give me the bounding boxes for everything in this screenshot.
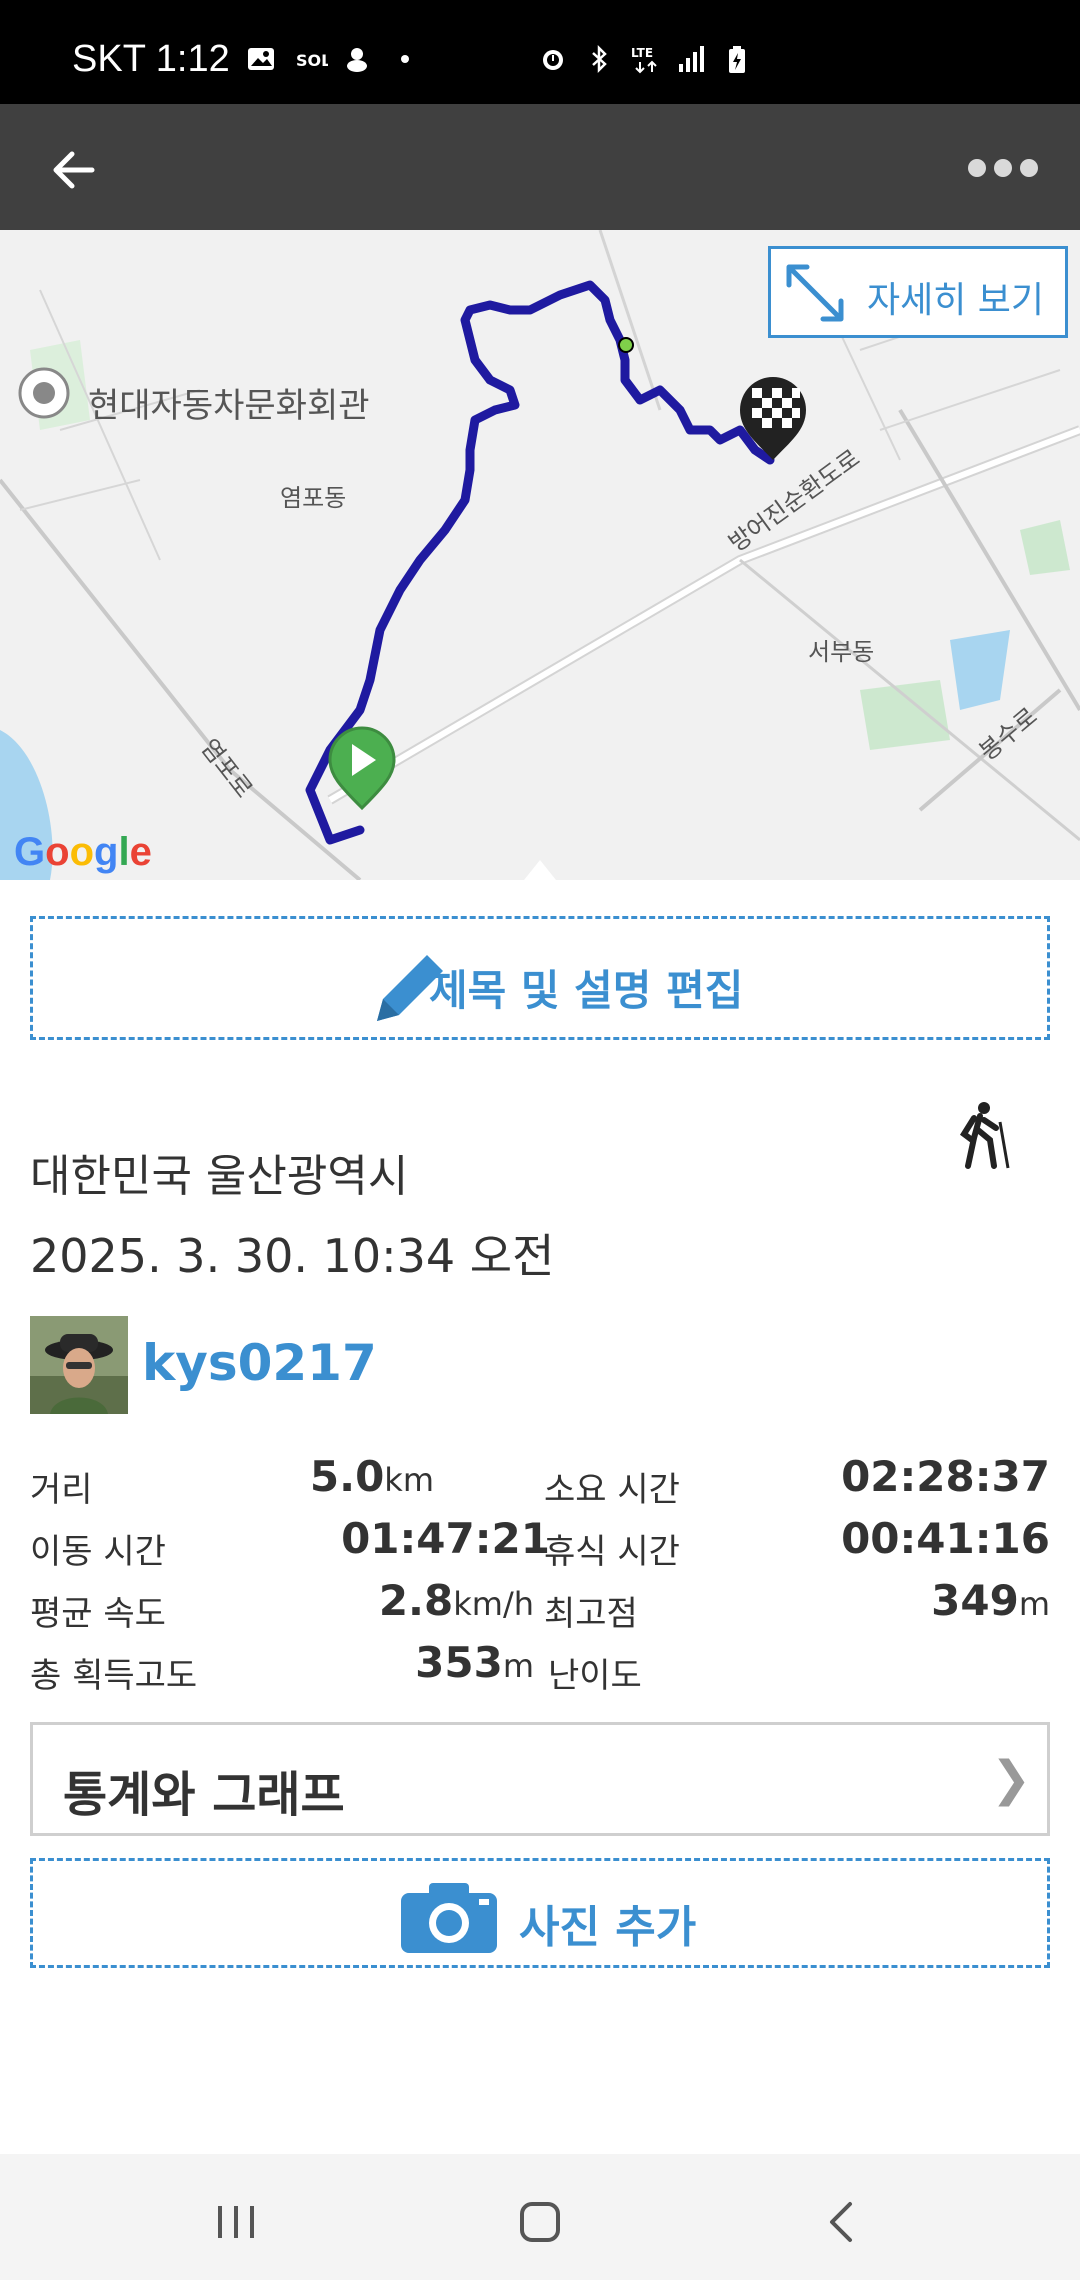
stats-row: 총 획득고도 353m 난이도: [30, 1638, 1050, 1700]
status-left-icons: SOL: [246, 44, 420, 74]
difficulty-label: 난이도: [548, 1656, 642, 1696]
map-label-seobu-dong: 서부동: [808, 638, 875, 666]
app-icon: [342, 44, 372, 74]
arrow-back-icon: [53, 151, 95, 189]
recent-apps-button[interactable]: [206, 2192, 266, 2252]
duration-label: 소요 시간: [544, 1470, 680, 1510]
lte-icon: LTE: [630, 44, 660, 74]
map-detail-label: 자세히 보기: [867, 280, 1045, 321]
home-icon: [520, 2202, 560, 2242]
status-bar: SKT 1:12 SOL LTE: [0, 0, 1080, 104]
battery-charging-icon: [722, 44, 752, 74]
edit-title-button[interactable]: 제목 및 설명 편집: [30, 916, 1050, 1040]
stats-row: 이동 시간 01:47:21 휴식 시간 00:41:16: [30, 1514, 1050, 1576]
location-text: 대한민국 울산광역시: [30, 1151, 409, 1202]
elevation-gain-value: 353m: [415, 1638, 534, 1687]
elevation-gain-label: 총 획득고도: [30, 1656, 198, 1696]
poi-label[interactable]: 현대자동차문화회관: [88, 378, 370, 427]
signal-icon: [676, 44, 706, 74]
home-button[interactable]: [510, 2192, 570, 2252]
max-elevation-label: 최고점: [544, 1594, 638, 1634]
gallery-icon: [246, 44, 276, 74]
svg-text:SOL: SOL: [296, 51, 328, 70]
add-photo-label: 사진 추가: [519, 1902, 697, 1953]
max-elevation-value: 349m: [931, 1576, 1050, 1625]
nav-back-button[interactable]: [812, 2192, 872, 2252]
duration-value: 02:28:37: [841, 1452, 1050, 1501]
svg-text:LTE: LTE: [631, 46, 653, 60]
edit-title-label: 제목 및 설명 편집: [429, 966, 744, 1015]
user-photo: [30, 1316, 128, 1414]
camera-icon: [401, 1883, 497, 1953]
rest-time-value: 00:41:16: [841, 1514, 1050, 1563]
moving-time-value: 01:47:21: [341, 1514, 550, 1563]
more-dots-icon: [968, 159, 986, 177]
datetime-text: 2025. 3. 30. 10:34 오전: [30, 1229, 555, 1283]
moving-time-label: 이동 시간: [30, 1532, 166, 1572]
avg-speed-label: 평균 속도: [30, 1594, 166, 1634]
stats-graph-label: 통계와 그래프: [63, 1767, 345, 1823]
add-photo-button[interactable]: 사진 추가: [30, 1858, 1050, 1968]
stats-row: 평균 속도 2.8km/h 최고점 349m: [30, 1576, 1050, 1638]
username-link[interactable]: kys0217: [142, 1334, 377, 1392]
nav-back-icon: [830, 2202, 852, 2242]
stats-table: 거리 5.0km 소요 시간 02:28:37 이동 시간 01:47:21 휴…: [30, 1452, 1050, 1700]
status-right-icons: LTE: [538, 44, 752, 74]
stats-graph-button[interactable]: 통계와 그래프 ❯: [30, 1722, 1050, 1836]
expand-icon: [786, 264, 844, 322]
distance-label: 거리: [30, 1470, 93, 1510]
system-nav-bar: [0, 2154, 1080, 2280]
alarm-icon: [538, 44, 568, 74]
status-time: SKT 1:12: [72, 38, 230, 80]
avg-speed-value: 2.8km/h: [378, 1576, 534, 1625]
back-button[interactable]: [44, 140, 104, 200]
chevron-right-icon: ❯: [991, 1751, 1032, 1807]
more-options-button[interactable]: [968, 148, 1048, 188]
distance-value: 5.0km: [309, 1452, 434, 1501]
rest-time-label: 휴식 시간: [544, 1532, 680, 1572]
app-bar: [0, 104, 1080, 230]
map-label-yeompo-dong: 염포동: [280, 484, 347, 512]
bluetooth-icon: [584, 44, 614, 74]
recent-apps-icon: [218, 2206, 254, 2238]
sol-bank-icon: SOL: [294, 44, 331, 74]
route-map[interactable]: 현대자동차문화회관 염포동 서부동 염포로 방어진순환도로 봉수로 자세히 보기…: [0, 230, 1080, 880]
google-logo: Google: [14, 830, 152, 874]
dot-icon: [390, 44, 420, 74]
avatar[interactable]: [30, 1316, 128, 1414]
map-detail-button[interactable]: 자세히 보기: [768, 246, 1068, 338]
stats-row: 거리 5.0km 소요 시간 02:28:37: [30, 1452, 1050, 1514]
hiking-icon: [959, 1102, 1010, 1169]
